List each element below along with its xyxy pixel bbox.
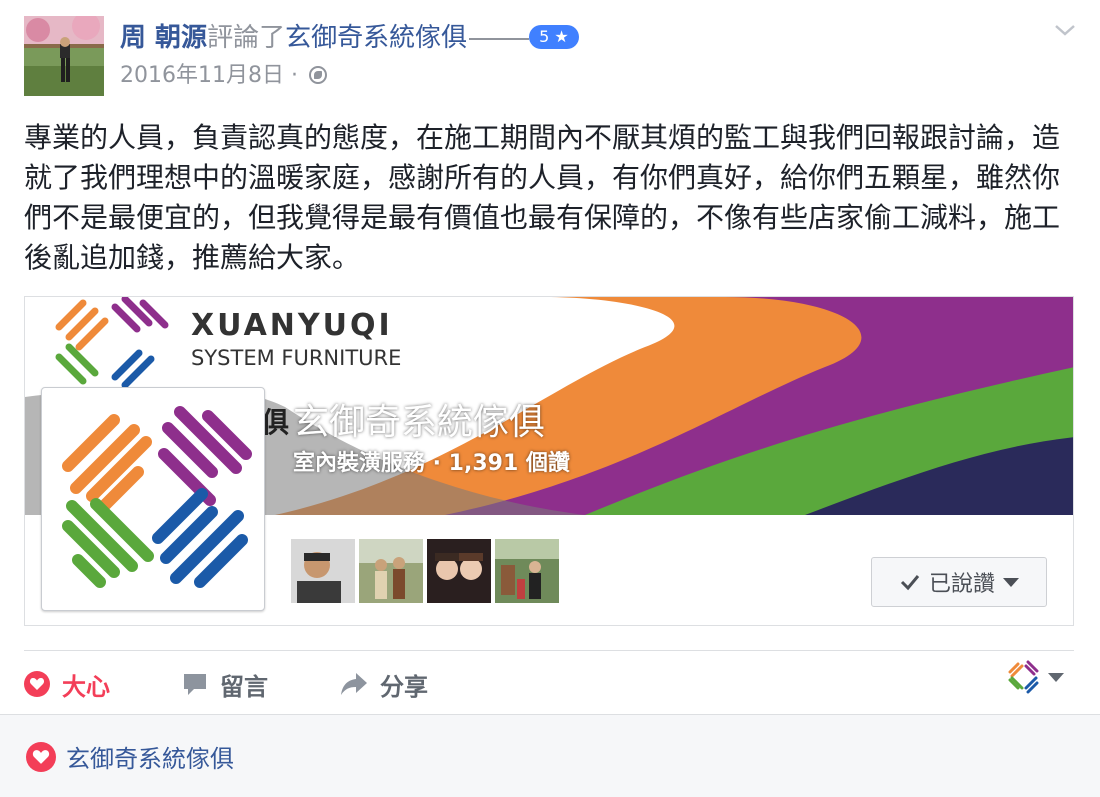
brand-line2: SYSTEM FURNITURE [191, 346, 401, 370]
post-as-selector[interactable] [1006, 660, 1064, 694]
friend-photo[interactable] [359, 539, 423, 603]
review-verb: 評論了 [207, 23, 286, 53]
share-button[interactable]: 分享 [340, 666, 428, 702]
post-date-link[interactable]: 2016年11月8日 [120, 63, 284, 88]
liked-button[interactable]: 已說讚 [871, 557, 1047, 607]
heart-icon [26, 741, 56, 772]
reaction-summary[interactable]: 玄御奇系統傢俱 [26, 739, 234, 774]
reactor-name[interactable]: 玄御奇系統傢俱 [66, 739, 234, 774]
share-icon [341, 673, 367, 695]
liked-button-label: 已說讚 [928, 572, 995, 597]
love-label: 大心 [62, 672, 110, 701]
comment-label: 留言 [220, 672, 268, 701]
post-title-line: 周 朝源評論了玄御奇系統傢俱 5 ★ [120, 20, 579, 56]
heart-icon [24, 671, 50, 697]
reactions-footer: 玄御奇系統傢俱 [0, 714, 1100, 797]
check-icon [900, 575, 920, 591]
globe-icon[interactable] [308, 66, 327, 84]
brand-line1: XUANYUQI [191, 308, 393, 343]
friend-photo[interactable] [427, 539, 491, 603]
comment-button[interactable]: 留言 [182, 666, 268, 702]
dropdown-caret-icon [1048, 672, 1064, 682]
reviewed-page-link[interactable]: 玄御奇系統傢俱 [285, 23, 467, 53]
post-text: 專業的人員，負責認真的態度，在施工期間內不厭其煩的監工與我們回報跟討論，造就了我… [24, 121, 1061, 274]
friend-photo[interactable] [495, 539, 559, 603]
author-avatar[interactable] [24, 16, 104, 96]
card-page-name[interactable]: 玄御奇系統傢俱 [293, 401, 545, 445]
card-page-subtitle: 室內裝潢服務 · 1,391 個讚 [293, 451, 570, 476]
comment-icon [184, 674, 206, 695]
author-name-link[interactable]: 周 朝源 [120, 23, 207, 53]
love-reaction-button[interactable]: 大心 [24, 666, 110, 702]
page-card[interactable]: XUANYUQI SYSTEM FURNITURE 俱 玄御奇系統傢俱 室內裝潢… [24, 296, 1074, 626]
chevron-down-icon[interactable] [1052, 20, 1078, 40]
rating-badge: 5 ★ [529, 24, 579, 49]
dropdown-caret-icon [1003, 577, 1019, 587]
action-divider [24, 650, 1074, 651]
friend-photo[interactable] [291, 539, 355, 603]
review-post: 周 朝源評論了玄御奇系統傢俱 5 ★ 2016年11月8日 · 專業的人員，負責認… [0, 0, 1100, 797]
share-label: 分享 [380, 672, 428, 701]
meta-separator: · [290, 63, 298, 88]
rating-connector [469, 37, 530, 40]
friends-who-like [291, 539, 559, 603]
post-meta: 2016年11月8日 · [120, 62, 327, 90]
page-logo-small-icon [1008, 660, 1039, 694]
page-logo[interactable] [41, 387, 265, 611]
